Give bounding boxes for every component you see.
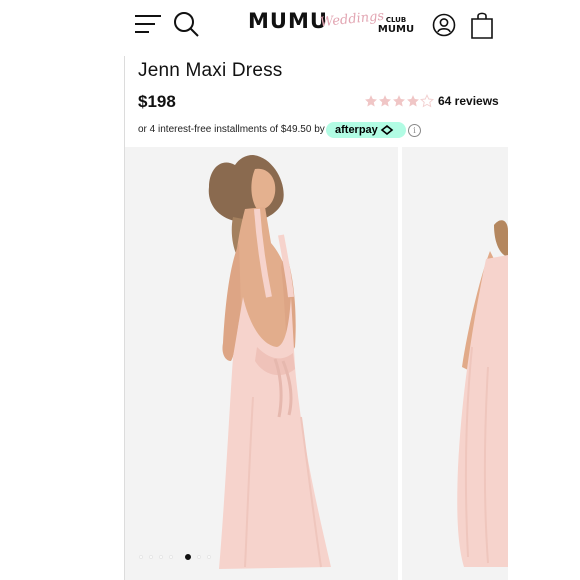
star-filled-icon <box>393 95 405 107</box>
model-side-view-image <box>457 220 508 567</box>
search-icon[interactable] <box>172 10 200 38</box>
afterpay-logo-text: afterpay <box>335 124 378 136</box>
model-back-view-image <box>208 155 331 569</box>
gallery-pagination <box>139 553 219 561</box>
star-filled-icon <box>407 95 419 107</box>
logo-wordmark: MUMU <box>248 9 328 33</box>
star-empty-icon <box>420 94 434 108</box>
product-gallery[interactable] <box>125 147 508 580</box>
club-label: CLUB <box>385 16 407 24</box>
gallery-dot[interactable] <box>169 555 173 559</box>
site-header: MUMU Weddings CLUB MUMU <box>0 0 580 50</box>
bag-icon[interactable] <box>470 11 494 39</box>
site-logo[interactable]: MUMU Weddings CLUB MUMU <box>248 8 414 42</box>
gallery-dot-active[interactable] <box>185 554 191 560</box>
afterpay-row: or 4 interest-free installments of $49.5… <box>138 122 438 140</box>
star-filled-icon <box>379 95 391 107</box>
reviews-link[interactable]: 64 reviews <box>438 94 499 108</box>
gallery-dot[interactable] <box>197 555 201 559</box>
afterpay-badge[interactable]: afterpay <box>326 122 406 138</box>
product-title: Jenn Maxi Dress <box>138 60 283 81</box>
afterpay-arrow-icon <box>380 125 394 135</box>
info-icon[interactable]: i <box>408 124 421 137</box>
gallery-dot[interactable] <box>159 555 163 559</box>
club-mumu-label: MUMU <box>377 24 415 35</box>
product-page: MUMU Weddings CLUB MUMU Jenn Maxi Dress … <box>0 0 580 580</box>
product-price: $198 <box>138 92 176 111</box>
installments-text: or 4 interest-free installments of $49.5… <box>138 124 325 135</box>
rating-summary[interactable]: 64 reviews <box>364 94 504 110</box>
account-icon[interactable] <box>432 13 456 37</box>
gallery-dot[interactable] <box>149 555 153 559</box>
gallery-slide-next[interactable] <box>402 147 508 580</box>
gallery-slide-active[interactable] <box>125 147 398 580</box>
gallery-dot[interactable] <box>207 555 211 559</box>
menu-icon[interactable] <box>134 13 162 35</box>
star-filled-icon <box>365 95 377 107</box>
gallery-dot[interactable] <box>139 555 143 559</box>
